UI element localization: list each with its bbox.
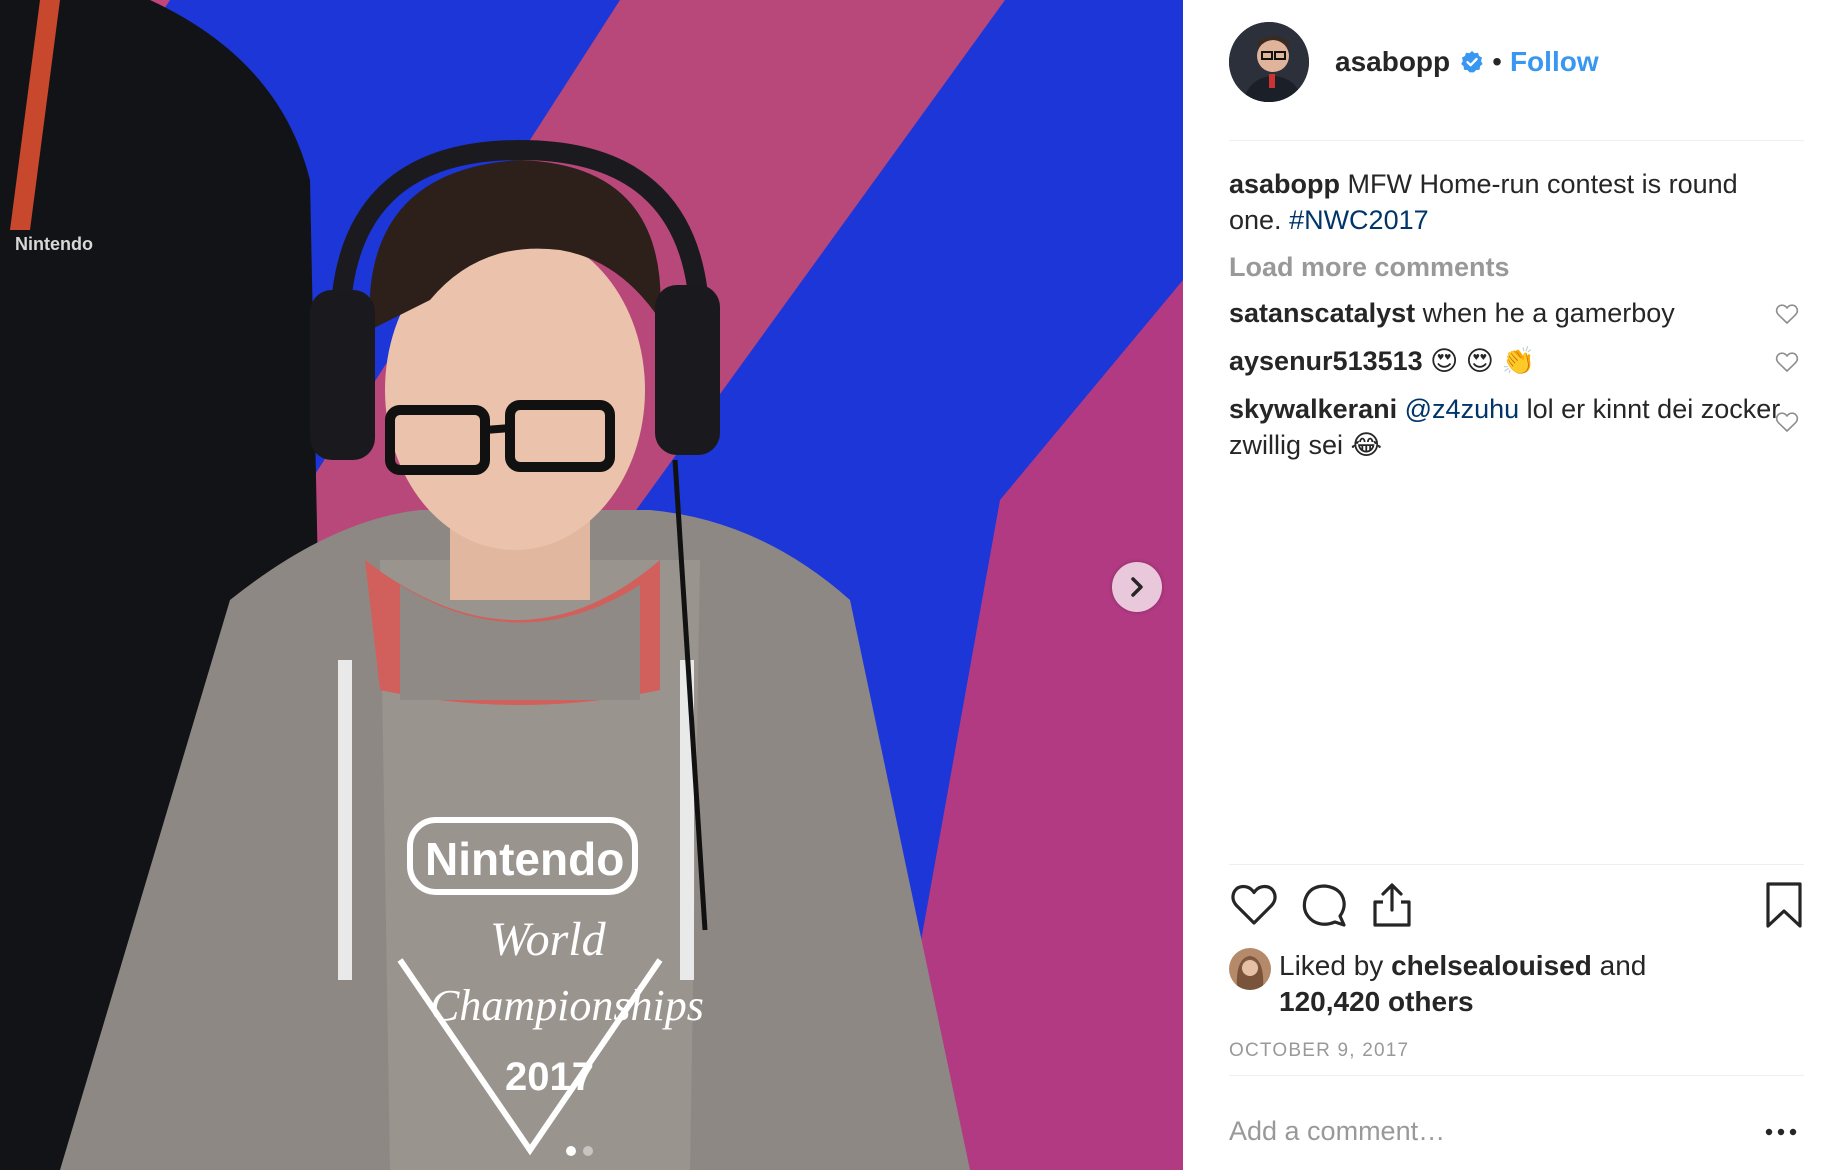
post-header: asabopp • Follow [1229,20,1789,104]
chevron-right-icon [1131,577,1143,597]
comment-username[interactable]: satanscatalyst [1229,298,1415,328]
comment-text: 😍 😍 👏 [1422,346,1536,376]
author-username[interactable]: asabopp [1335,46,1450,78]
comment-item: satanscatalyst when he a gamerboy [1229,295,1799,331]
comment-username[interactable]: aysenur513513 [1229,346,1423,376]
comment-item: aysenur513513 😍 😍 👏 [1229,343,1799,379]
carousel-indicator [566,1146,593,1156]
post-actions-bar [1229,880,1809,930]
comment-bubble-icon[interactable] [1299,880,1349,930]
likes-text: Liked by chelsealouised and 120,420 othe… [1279,948,1646,1020]
comments-section: asabopp MFW Home-run contest is round on… [1229,166,1804,463]
header-divider [1229,140,1804,141]
svg-text:Nintendo: Nintendo [15,234,93,254]
comment-text: when he a gamerboy [1415,298,1675,328]
caption-username[interactable]: asabopp [1229,169,1340,199]
add-comment-input[interactable] [1229,1112,1749,1150]
heart-icon[interactable] [1229,880,1279,930]
likes-others-link[interactable]: 120,420 others [1279,986,1474,1017]
share-icon[interactable] [1367,880,1417,930]
actions-divider [1229,864,1804,865]
author-avatar[interactable] [1229,22,1309,102]
likes-prefix: Liked by [1279,950,1392,981]
comment-like-heart-icon[interactable] [1775,303,1799,325]
post-side-panel: asabopp • Follow asabopp MFW Home-run co… [1183,0,1838,1170]
post-photo: Nintendo Nintendo World Championships 20… [0,0,1183,1170]
caption-hashtag-link[interactable]: #NWC2017 [1289,205,1429,235]
author-avatar-image [1229,22,1309,102]
follow-button[interactable]: Follow [1510,46,1599,78]
shirt-line2-text: Championships [430,981,704,1030]
likes-summary: Liked by chelsealouised and 120,420 othe… [1229,948,1789,1020]
comment-item: skywalkerani @z4zuhu lol er kinnt dei zo… [1229,391,1799,463]
verified-badge-icon [1460,50,1484,74]
comment-box-divider [1229,1075,1804,1076]
more-options-icon[interactable] [1763,1125,1799,1139]
liker-username[interactable]: chelsealouised [1391,950,1592,981]
carousel-dot [583,1146,593,1156]
carousel-dot-active [566,1146,576,1156]
liker-avatar[interactable] [1229,948,1271,990]
comment-mention-link[interactable]: @z4zuhu [1405,394,1519,424]
post-media[interactable]: Nintendo Nintendo World Championships 20… [0,0,1183,1170]
header-separator: • [1492,46,1502,77]
shirt-brand-text: Nintendo [425,833,624,885]
comment-username[interactable]: skywalkerani [1229,394,1397,424]
comment-like-heart-icon[interactable] [1775,351,1799,373]
carousel-next-button[interactable] [1112,562,1162,612]
liker-avatar-image [1229,948,1271,990]
bookmark-icon[interactable] [1759,880,1809,930]
post-caption: asabopp MFW Home-run contest is round on… [1229,166,1789,238]
likes-middle: and [1591,950,1647,981]
shirt-line1-text: World [490,913,607,966]
load-more-comments-button[interactable]: Load more comments [1229,252,1804,283]
post-date[interactable]: OCTOBER 9, 2017 [1229,1040,1409,1062]
comment-like-heart-icon[interactable] [1775,411,1799,433]
